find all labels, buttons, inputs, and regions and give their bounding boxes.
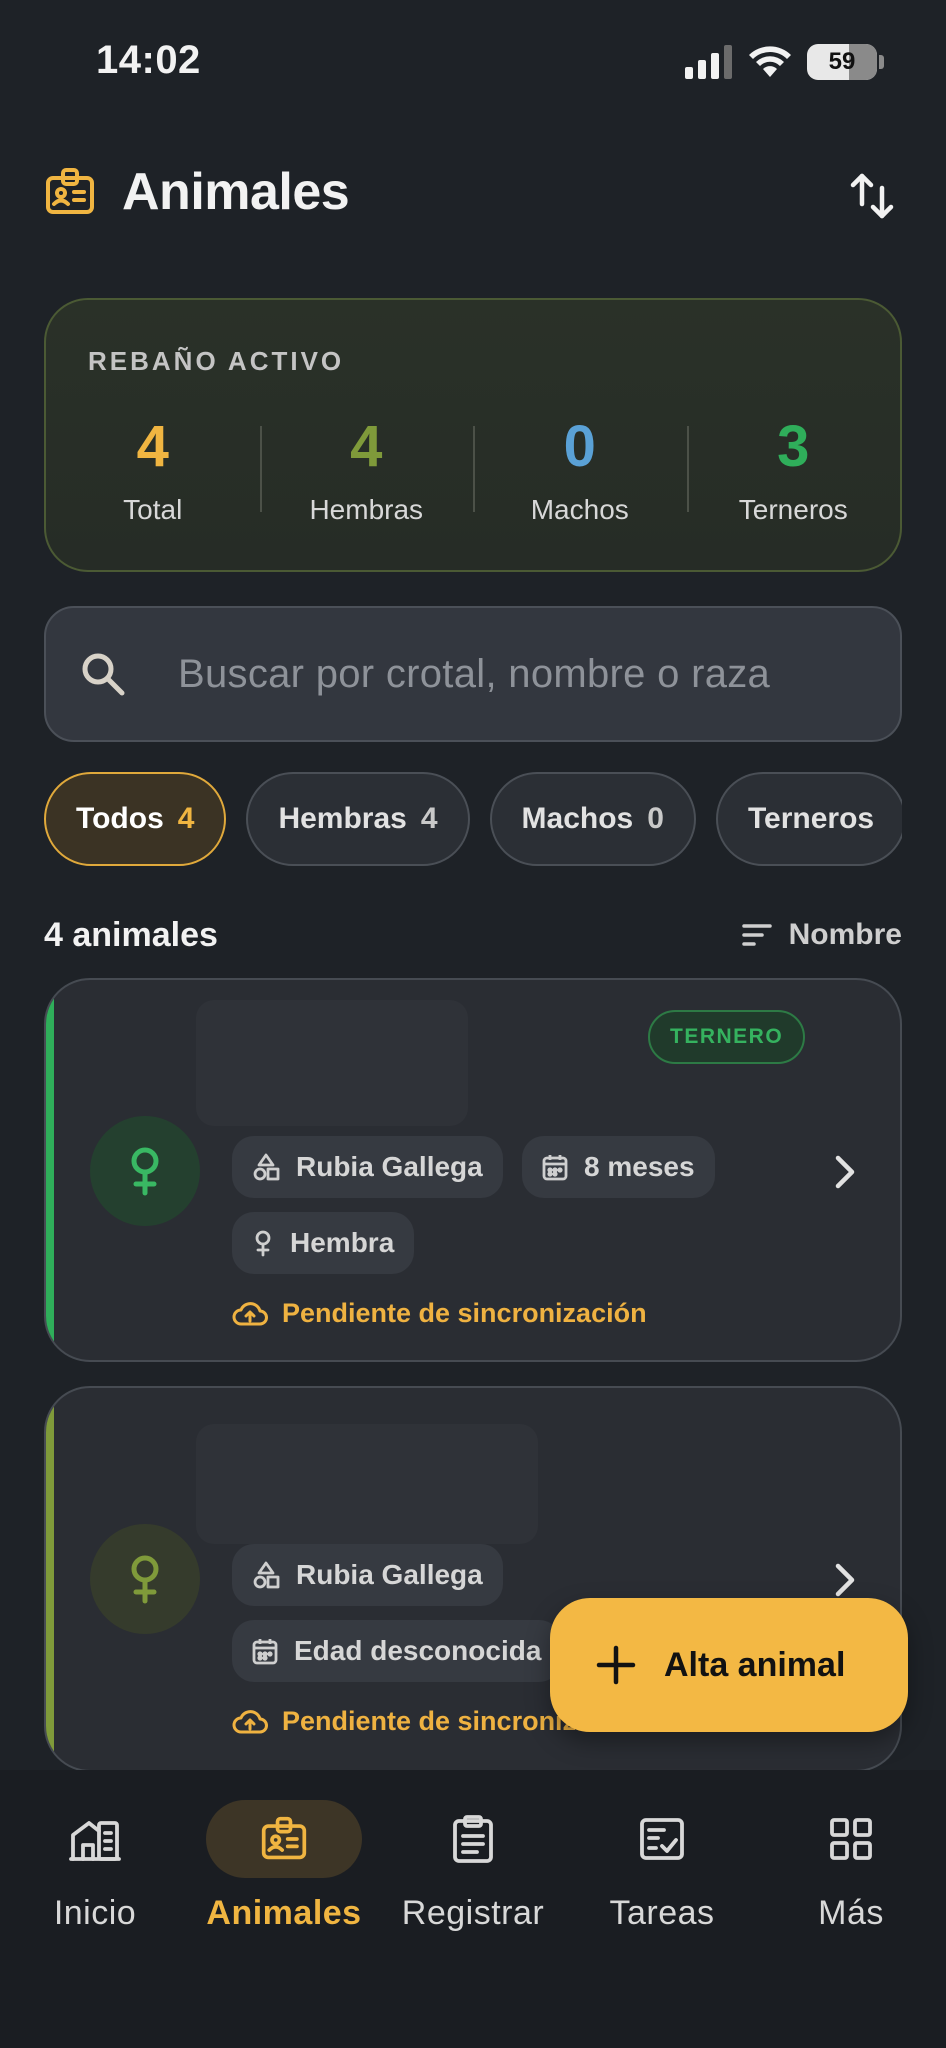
filter-chip-females[interactable]: Hembras 4	[246, 772, 470, 866]
signal-icon	[685, 45, 732, 79]
battery-indicator: 59	[807, 44, 877, 80]
bottom-nav: Inicio Animales Registrar Tareas Más	[0, 1770, 946, 2048]
age-label: Edad desconocida	[294, 1635, 542, 1666]
sort-button[interactable]: Nombre	[741, 918, 902, 952]
stat-total: 4 Total	[46, 412, 260, 526]
animal-name-placeholder	[196, 1000, 468, 1126]
shapes-icon	[253, 1153, 280, 1181]
stat-females: 4 Hembras	[259, 412, 474, 526]
badge-icon	[261, 1816, 307, 1860]
stat-value: 4	[350, 414, 383, 479]
add-animal-label: Alta animal	[664, 1645, 846, 1684]
chip-label: Todos	[76, 802, 164, 835]
chip-label: Terneros	[747, 802, 875, 835]
stat-label: Total	[123, 494, 183, 525]
app-screen: 14:02 59 Animales REBAÑO ACTIVO 4 Total …	[0, 0, 946, 2048]
battery-tip	[879, 55, 884, 69]
stat-males: 0 Machos	[473, 412, 687, 526]
grid-icon	[830, 1818, 872, 1860]
filter-chip-all[interactable]: Todos 4	[44, 772, 227, 866]
female-small-icon	[255, 1230, 271, 1257]
page-header: Animales	[44, 162, 350, 222]
calendar-icon	[252, 1639, 278, 1665]
herd-summary-card: REBAÑO ACTIVO 4 Total 4 Hembras 0 Machos…	[44, 298, 902, 572]
list-count: 4 animales	[44, 916, 218, 954]
nav-item-animales[interactable]: Animales	[189, 1800, 379, 1933]
animal-avatar	[90, 1116, 200, 1226]
filter-chip-calves[interactable]: Terneros	[715, 772, 902, 866]
stat-value: 3	[777, 414, 810, 479]
nav-label: Registrar	[401, 1894, 545, 1932]
calendar-icon	[542, 1155, 568, 1181]
home-icon	[69, 1821, 121, 1861]
chevron-right-icon	[835, 1155, 855, 1189]
sort-label: Nombre	[788, 918, 902, 951]
nav-item-tareas[interactable]: Tareas	[567, 1800, 757, 1933]
female-icon	[131, 1147, 159, 1196]
status-icons: 59	[685, 44, 884, 80]
cloud-upload-icon	[232, 1301, 268, 1325]
chip-count: 4	[177, 802, 195, 835]
sort-lines-icon	[741, 924, 772, 946]
age-pill: Edad desconocida	[232, 1620, 562, 1682]
breed-label: Rubia Gallega	[296, 1151, 483, 1182]
female-icon	[131, 1555, 159, 1604]
card-accent-bar	[46, 980, 54, 1360]
filter-chips: Todos 4 Hembras 4 Machos 0 Terneros	[44, 772, 902, 868]
stat-label: Machos	[530, 494, 629, 525]
nav-label: Tareas	[609, 1894, 715, 1932]
stat-label: Hembras	[309, 494, 424, 525]
nav-item-mas[interactable]: Más	[756, 1800, 946, 1933]
stat-value: 0	[563, 414, 596, 479]
chip-count: 4	[420, 802, 438, 835]
stat-label: Terneros	[738, 494, 848, 525]
status-time: 14:02	[96, 38, 201, 82]
nav-label: Más	[818, 1894, 884, 1932]
search-placeholder: Buscar por crotal, nombre o raza	[178, 651, 771, 696]
breed-label: Rubia Gallega	[296, 1559, 483, 1590]
search-input[interactable]: Buscar por crotal, nombre o raza	[44, 606, 902, 742]
stat-calves: 3 Terneros	[686, 412, 901, 526]
search-icon	[82, 653, 125, 696]
animal-card[interactable]: TERNERO Rubia Gallega 8 meses Hembra Pen…	[44, 978, 902, 1362]
clipboard-icon	[453, 1815, 493, 1863]
chevron-right-icon	[835, 1563, 855, 1597]
filter-chip-males[interactable]: Machos 0	[489, 772, 696, 866]
breed-pill: Rubia Gallega	[232, 1544, 503, 1606]
animal-avatar	[90, 1524, 200, 1634]
nav-item-registrar[interactable]: Registrar	[378, 1800, 568, 1933]
task-check-icon	[640, 1818, 684, 1860]
sex-label: Hembra	[290, 1227, 395, 1258]
swap-vertical-icon[interactable]	[848, 170, 896, 222]
nav-item-inicio[interactable]: Inicio	[0, 1800, 190, 1933]
age-label: 8 meses	[584, 1151, 695, 1182]
sync-status: Pendiente de sincronización	[232, 1298, 647, 1329]
breed-pill: Rubia Gallega	[232, 1136, 503, 1198]
add-animal-button[interactable]: Alta animal	[550, 1598, 908, 1732]
chip-label: Machos	[521, 802, 634, 835]
age-pill: 8 meses	[522, 1136, 715, 1198]
chip-count: 0	[647, 802, 664, 835]
chip-label: Hembras	[278, 802, 407, 835]
cloud-upload-icon	[232, 1709, 268, 1733]
herd-summary-title: REBAÑO ACTIVO	[88, 346, 345, 376]
nav-label: Inicio	[53, 1894, 137, 1932]
animal-name-placeholder	[196, 1424, 538, 1544]
stat-value: 4	[136, 414, 169, 479]
shapes-icon	[253, 1561, 280, 1589]
plus-icon	[596, 1645, 636, 1685]
calf-badge: TERNERO	[648, 1010, 806, 1064]
wifi-icon	[749, 46, 791, 77]
sync-label: Pendiente de sincronización	[282, 1298, 647, 1328]
badge-icon	[46, 168, 94, 214]
nav-label: Animales	[206, 1894, 362, 1932]
page-title: Animales	[122, 163, 350, 221]
sex-pill: Hembra	[232, 1212, 415, 1274]
herd-stats: 4 Total 4 Hembras 0 Machos 3 Terneros	[46, 412, 900, 526]
card-accent-bar	[46, 1388, 54, 1770]
